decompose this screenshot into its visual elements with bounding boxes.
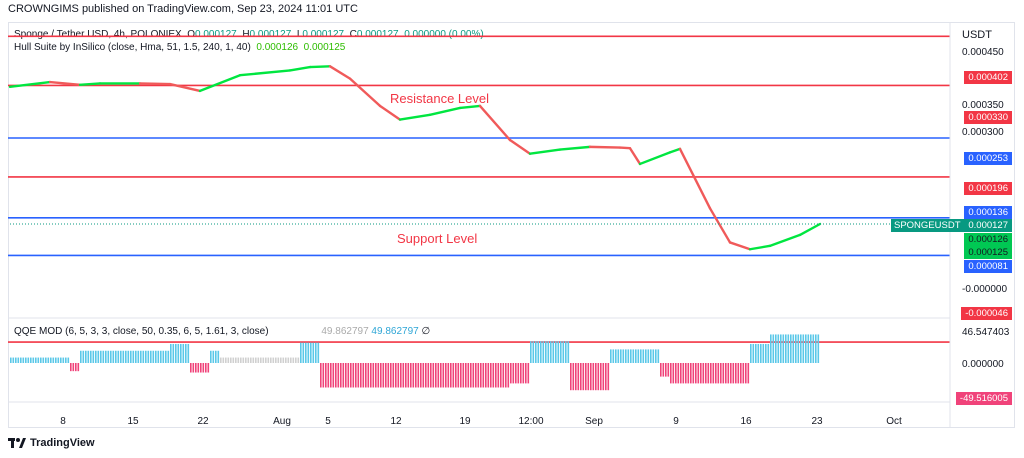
x-tick: 16 bbox=[740, 416, 752, 427]
tradingview-logo-icon bbox=[8, 438, 26, 448]
close-label: C bbox=[349, 29, 357, 40]
hull-label[interactable]: Hull Suite by InSilico (close, Hma, 51, … bbox=[14, 42, 251, 53]
hull-tag-1: 0.000126 bbox=[964, 233, 1012, 246]
hull-value-1: 0.000126 bbox=[256, 42, 299, 53]
qqe-legend: QQE MOD (6, 5, 3, 3, close, 50, 0.35, 6,… bbox=[14, 326, 430, 337]
qqe-top-tick: 46.547403 bbox=[962, 327, 1010, 338]
x-tick: 12:00 bbox=[518, 416, 544, 427]
hull-tag-2: 0.000125 bbox=[964, 246, 1012, 259]
qqe-label[interactable]: QQE MOD (6, 5, 3, 3, close, 50, 0.35, 6,… bbox=[14, 326, 269, 337]
qqe-value-1: 49.862797 bbox=[321, 326, 369, 337]
hull-legend: Hull Suite by InSilico (close, Hma, 51, … bbox=[14, 42, 345, 53]
high-label: H bbox=[242, 29, 250, 40]
qqe-zero-tick: 0.000000 bbox=[962, 359, 1004, 370]
high-value: 0.000127 bbox=[249, 29, 292, 40]
qqe-empty-icon: ∅ bbox=[421, 326, 431, 337]
last-price-tag: 0.000127 bbox=[964, 219, 1012, 232]
x-tick: 9 bbox=[673, 416, 679, 427]
x-tick: Oct bbox=[886, 416, 902, 427]
change-value: 0.000000 (0.00%) bbox=[404, 29, 484, 40]
open-label: O bbox=[187, 29, 196, 40]
level-tag: 0.000136 bbox=[964, 206, 1012, 219]
price-tick: 0.000350 bbox=[962, 100, 1004, 111]
symbol-tag: SPONGEUSDT bbox=[891, 219, 964, 232]
x-tick: 5 bbox=[325, 416, 331, 427]
brand-name: TradingView bbox=[30, 437, 95, 449]
x-tick: 23 bbox=[811, 416, 823, 427]
level-tag: 0.000402 bbox=[964, 71, 1012, 84]
x-tick: 8 bbox=[60, 416, 66, 427]
x-tick: 22 bbox=[197, 416, 209, 427]
level-tag: 0.000196 bbox=[964, 182, 1012, 195]
qqe-low-tag: -49.516005 bbox=[955, 392, 1012, 405]
level-tag: 0.000253 bbox=[964, 152, 1012, 165]
x-tick: Sep bbox=[585, 416, 603, 427]
price-tick: -0.000000 bbox=[962, 284, 1008, 295]
level-tag: 0.000330 bbox=[964, 111, 1012, 124]
price-tick: 0.000300 bbox=[962, 127, 1004, 138]
x-tick: 15 bbox=[127, 416, 139, 427]
price-tick: 0.000450 bbox=[962, 47, 1004, 58]
qqe-value-2: 49.862797 bbox=[371, 326, 419, 337]
hull-value-2: 0.000125 bbox=[303, 42, 346, 53]
publisher-line: CROWNGIMS published on TradingView.com, … bbox=[8, 3, 358, 15]
low-value: 0.000127 bbox=[302, 29, 345, 40]
level-tag: 0.000081 bbox=[964, 260, 1012, 273]
tradingview-brand[interactable]: TradingView bbox=[8, 437, 95, 449]
symbol-name[interactable]: Sponge / Tether USD, 4h, POLONIEX bbox=[14, 29, 182, 40]
level-tag: -0.000046 bbox=[961, 307, 1012, 320]
currency-label[interactable]: USDT bbox=[962, 29, 992, 41]
symbol-legend: Sponge / Tether USD, 4h, POLONIEX O0.000… bbox=[14, 29, 484, 40]
x-tick: 19 bbox=[459, 416, 471, 427]
x-tick: 12 bbox=[390, 416, 402, 427]
open-value: 0.000127 bbox=[195, 29, 237, 40]
x-tick: Aug bbox=[273, 416, 291, 427]
chart-frame bbox=[8, 22, 1015, 428]
close-value: 0.000127 bbox=[356, 29, 399, 40]
